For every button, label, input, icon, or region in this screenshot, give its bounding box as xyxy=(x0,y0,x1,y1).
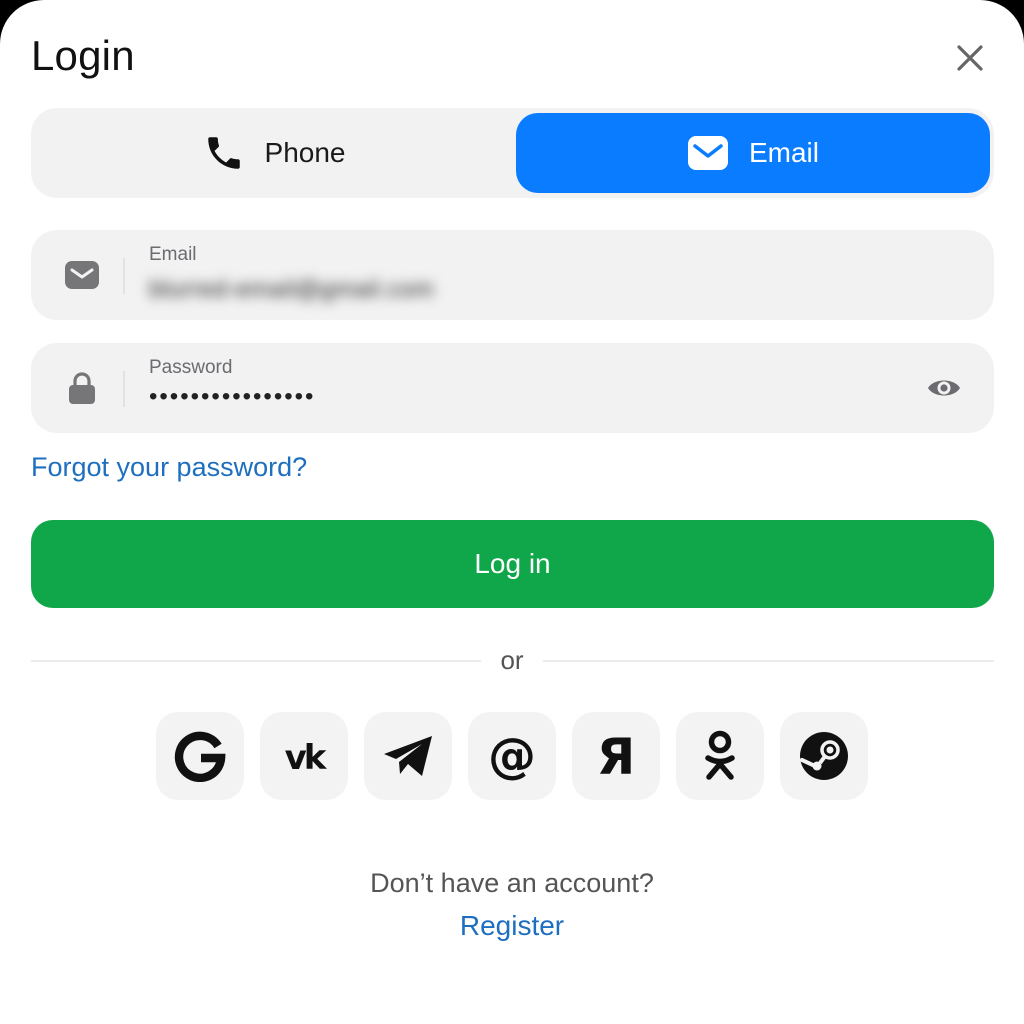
divider-line xyxy=(31,660,481,662)
tab-email-label: Email xyxy=(748,137,819,168)
svg-text:vk: vk xyxy=(285,738,328,774)
telegram-icon xyxy=(384,736,432,776)
steam-login-button[interactable] xyxy=(780,712,868,800)
or-divider: or xyxy=(31,645,994,675)
field-divider xyxy=(123,258,125,294)
at-icon: @ xyxy=(488,730,536,782)
close-icon xyxy=(957,45,983,71)
email-field-label: Email xyxy=(149,244,197,265)
social-login-list: vk @ Я xyxy=(156,712,868,802)
google-icon xyxy=(174,731,226,782)
tab-phone-label: Phone xyxy=(264,137,346,168)
email-field[interactable]: Email blurred-email@gmail.com xyxy=(31,230,994,320)
steam-icon xyxy=(800,732,848,780)
telegram-login-button[interactable] xyxy=(364,712,452,800)
close-button[interactable] xyxy=(950,38,990,78)
password-field-value: •••••••••••••••• xyxy=(149,383,316,410)
google-login-button[interactable] xyxy=(156,712,244,800)
lock-icon xyxy=(65,371,99,405)
no-account-text: Don’t have an account? xyxy=(370,868,654,898)
yandex-login-button[interactable]: Я xyxy=(572,712,660,800)
mail-icon xyxy=(687,136,728,170)
password-field-label: Password xyxy=(149,357,233,378)
phone-icon xyxy=(207,137,240,169)
login-button[interactable]: Log in xyxy=(31,520,994,608)
email-field-value: blurred-email@gmail.com xyxy=(149,276,435,303)
field-divider xyxy=(123,371,125,407)
svg-text:Я: Я xyxy=(597,730,636,782)
login-modal: Login Phone Email Email blurred-email@gm… xyxy=(0,0,1024,1024)
or-text: or xyxy=(500,645,524,675)
eye-icon xyxy=(928,380,960,396)
svg-text:@: @ xyxy=(488,730,536,782)
vk-login-button[interactable]: vk xyxy=(260,712,348,800)
vk-icon: vk xyxy=(285,738,331,774)
forgot-password-link[interactable]: Forgot your password? xyxy=(31,452,307,483)
ok-icon xyxy=(705,730,735,780)
tab-phone[interactable]: Phone xyxy=(35,113,513,193)
ok-login-button[interactable] xyxy=(676,712,764,800)
page-title: Login xyxy=(31,32,135,79)
show-password-toggle[interactable] xyxy=(926,371,962,405)
mail-icon xyxy=(65,258,99,292)
mailru-login-button[interactable]: @ xyxy=(468,712,556,800)
divider-line xyxy=(543,660,994,662)
login-method-tabs: Phone Email xyxy=(31,108,994,198)
register-link[interactable]: Register xyxy=(0,910,1024,942)
password-field[interactable]: Password •••••••••••••••• xyxy=(31,343,994,433)
yandex-icon: Я xyxy=(597,730,636,782)
tab-email[interactable]: Email xyxy=(516,113,990,193)
